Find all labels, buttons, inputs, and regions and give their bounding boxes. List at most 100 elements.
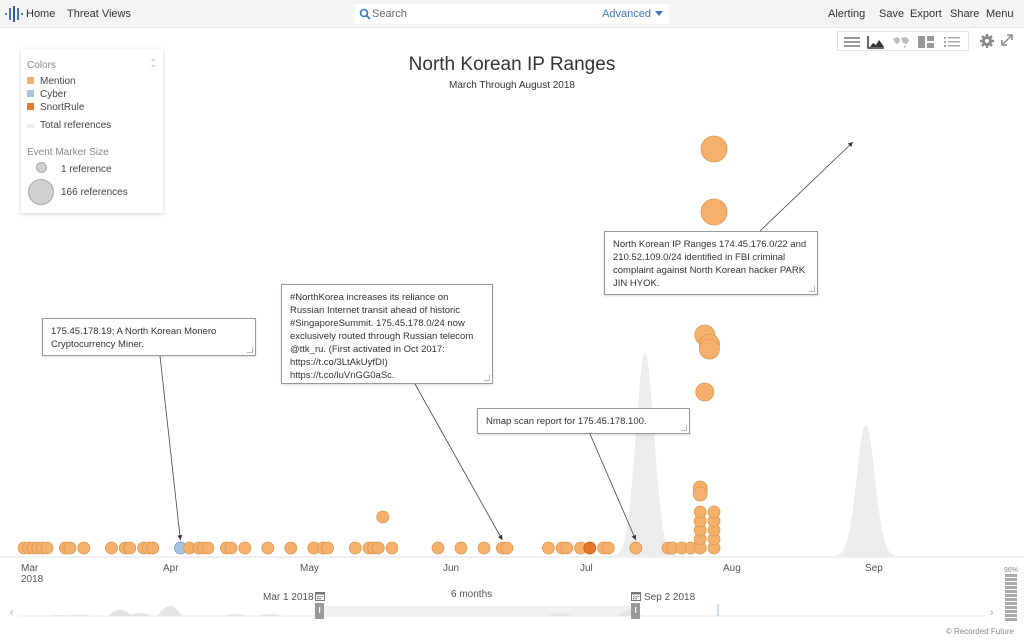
calendar-icon[interactable] [631, 591, 641, 601]
zoom-level-segment [1005, 618, 1017, 621]
event-marker[interactable] [201, 541, 215, 555]
copyright: © Recorded Future [945, 627, 1014, 636]
event-marker[interactable] [376, 510, 390, 524]
size-small-label: 1 reference [61, 164, 112, 175]
zoom-level-segment [1005, 590, 1017, 593]
resize-handle[interactable] [484, 375, 490, 381]
legend-label: SnortRule [40, 102, 85, 113]
zoom-level-segment [1005, 602, 1017, 605]
zoom-level-segment [1005, 610, 1017, 613]
event-marker[interactable] [583, 541, 597, 555]
handle-grip [635, 607, 637, 613]
event-marker[interactable] [321, 541, 335, 555]
legend-panel: ⌄ ⌄ Colors Mention Cyber SnortRule Total … [21, 49, 163, 213]
total-references-area [585, 352, 705, 556]
x-tick-label: Apr [163, 563, 179, 574]
collapse-legend-icon[interactable]: ⌄ ⌄ [149, 54, 157, 69]
legend-item-snortrule[interactable]: SnortRule [27, 102, 84, 113]
annotation-note[interactable]: North Korean IP Ranges 174.45.176.0/22 a… [604, 231, 818, 295]
zoom-level-segment [1005, 578, 1017, 581]
event-marker[interactable] [477, 541, 491, 555]
scroll-right-icon[interactable]: › [990, 607, 993, 618]
event-marker[interactable] [224, 541, 238, 555]
cyber-swatch [27, 90, 34, 97]
zoom-level-segment [1005, 586, 1017, 589]
legend-size-header: Event Marker Size [27, 147, 109, 158]
legend-label: Cyber [40, 89, 67, 100]
event-marker[interactable] [284, 541, 298, 555]
event-marker[interactable] [601, 541, 615, 555]
zoom-level-segment [1005, 594, 1017, 597]
event-marker[interactable] [238, 541, 252, 555]
legend-item-mention[interactable]: Mention [27, 76, 76, 87]
x-tick-label: Mar 2018 [21, 563, 44, 585]
annotation-text: 175.45.178.19; A North Korean Monero Cry… [51, 326, 217, 350]
annotation-arrow [589, 433, 637, 541]
overview-area [158, 606, 182, 616]
event-marker[interactable] [695, 382, 715, 402]
annotation-text: Nmap scan report for 175.45.178.100. [486, 416, 647, 427]
x-tick-label: May [300, 563, 319, 574]
event-marker[interactable] [500, 541, 514, 555]
annotation-text: #NorthKorea increases its reliance on Ru… [290, 292, 474, 381]
event-marker[interactable] [542, 541, 555, 555]
large-marker-sample [28, 179, 54, 205]
annotation-note[interactable]: 175.45.178.19; A North Korean Monero Cry… [42, 318, 256, 356]
overview-area [108, 610, 132, 616]
zoom-level-segment [1005, 606, 1017, 609]
x-tick-label: Jul [580, 563, 593, 574]
event-marker[interactable] [348, 541, 362, 555]
event-marker[interactable] [385, 541, 399, 555]
event-marker[interactable] [629, 541, 643, 555]
event-marker[interactable] [560, 541, 574, 555]
annotation-note[interactable]: #NorthKorea increases its reliance on Ru… [281, 284, 493, 384]
annotation-arrow [759, 141, 854, 232]
event-marker[interactable] [699, 338, 720, 360]
event-marker[interactable] [431, 541, 445, 555]
overview-area [223, 614, 247, 616]
small-marker-sample [36, 162, 47, 173]
mention-swatch [27, 77, 34, 84]
event-marker[interactable] [693, 505, 707, 519]
event-marker[interactable] [261, 541, 275, 555]
range-end-label[interactable]: Sep 2 2018 [644, 592, 695, 603]
overview-area [258, 614, 282, 616]
total-references-swatch [27, 124, 34, 128]
selected-range [320, 606, 636, 616]
event-marker[interactable] [371, 541, 385, 555]
event-marker[interactable] [40, 541, 54, 555]
annotation-text: North Korean IP Ranges 174.45.176.0/22 a… [613, 239, 807, 289]
x-tick-label: Sep [865, 563, 883, 574]
legend-item-cyber[interactable]: Cyber [27, 89, 67, 100]
event-marker[interactable] [692, 486, 708, 502]
legend-item-total-references[interactable]: Total references [27, 120, 111, 131]
total-references-area [805, 424, 926, 556]
zoom-level-segment [1005, 574, 1017, 577]
overview-area [128, 613, 152, 616]
size-large-label: 166 references [61, 187, 128, 198]
calendar-icon[interactable] [315, 591, 325, 601]
resize-handle[interactable] [681, 425, 687, 431]
legend-label: Mention [40, 76, 76, 87]
event-marker[interactable] [700, 135, 728, 163]
event-marker[interactable] [707, 505, 721, 519]
x-tick-label: Jun [443, 563, 460, 574]
resize-handle[interactable] [247, 347, 253, 353]
range-start-label[interactable]: Mar 1 2018 [263, 592, 314, 603]
scroll-left-icon[interactable]: ‹ [10, 607, 13, 618]
zoom-percentage: 96% [1004, 567, 1019, 574]
handle-grip [319, 607, 321, 613]
event-marker[interactable] [63, 541, 77, 555]
event-marker[interactable] [77, 541, 91, 555]
overview-area [48, 615, 72, 616]
event-marker[interactable] [123, 541, 137, 555]
event-marker[interactable] [700, 198, 728, 226]
snortrule-swatch [27, 103, 34, 110]
annotation-note[interactable]: Nmap scan report for 175.45.178.100. [477, 408, 690, 434]
resize-handle[interactable] [809, 286, 815, 292]
event-marker[interactable] [454, 541, 468, 555]
event-marker[interactable] [146, 541, 160, 555]
event-marker[interactable] [105, 541, 118, 555]
overview-area [68, 614, 92, 616]
legend-colors-header: Colors [27, 60, 56, 71]
